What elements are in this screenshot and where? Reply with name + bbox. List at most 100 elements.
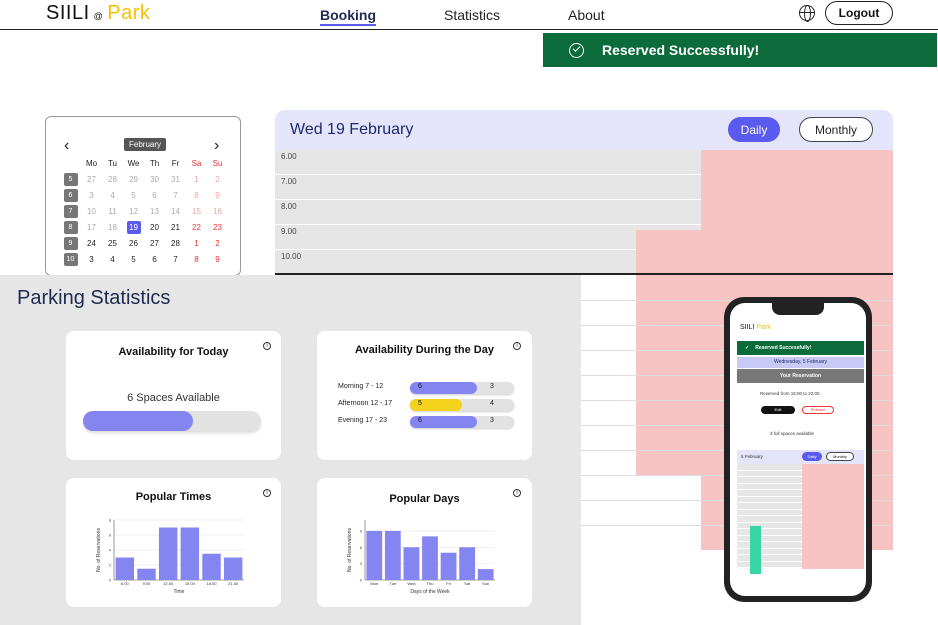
calendar-day[interactable]: 6 [144,251,165,267]
calendar-day[interactable]: 27 [144,235,165,251]
calendar-day[interactable]: 28 [102,171,123,187]
info-icon[interactable]: i [263,342,271,350]
calendar-day[interactable]: 5 [123,187,144,203]
calendar-day[interactable]: 23 [207,219,228,235]
bar [115,557,135,580]
phone-screen: SIILI Park ✓ Reserved Successfully! Wedne… [730,303,866,596]
x-tick-label: 18.00 [206,581,217,586]
calendar-day[interactable]: 1 [186,171,207,187]
calendar-day[interactable]: 18 [102,219,123,235]
phone-date: Wednesday, 5 February [737,357,864,368]
phone-edit-button[interactable]: Edit [761,406,795,414]
calendar-day[interactable]: 8 [186,187,207,203]
calendar-day[interactable]: 4 [102,251,123,267]
period-other: 3 [490,417,494,424]
prev-month-icon[interactable]: ‹ [64,137,69,155]
week-number: 7 [63,204,78,218]
check-circle-icon [569,42,584,58]
calendar-day[interactable]: 3 [81,251,102,267]
phone-reserved-text: Reserved from 15:00 to 22:00 [760,391,820,396]
calendar-day[interactable]: 9 [207,187,228,203]
calendar-day[interactable]: 14 [165,203,186,219]
calendar-day[interactable]: 7 [165,251,186,267]
calendar-day[interactable]: 25 [102,235,123,251]
calendar-day[interactable]: 12 [123,203,144,219]
popular-days-card: Popular Days i 0 3 6 9 Mon Tue Wed Thu Fri Sat Sun… [317,478,532,607]
calendar-day[interactable]: 29 [123,171,144,187]
calendar-day[interactable]: 17 [81,219,102,235]
bar [223,557,243,580]
phone-monthly-button[interactable]: Monthly [826,452,854,461]
popular-times-chart: 0 2 4 6 8 6.00 9.00 12.00 15.00 18.00 21.00 Time No.… [96,518,244,595]
calendar: ‹ February › Mo Tu We Th Fr Sa Su 5 27 2… [45,116,241,276]
y-axis-label: No. of Reservations [96,528,102,572]
calendar-day[interactable]: 6 [144,187,165,203]
calendar-day-selected[interactable]: 19 [123,219,144,235]
phone-reserved-block [802,464,864,569]
calendar-day[interactable]: 11 [102,203,123,219]
phone-daily-button[interactable]: Daily [802,452,822,461]
period-label: Morning 7 - 12 [338,383,384,390]
daily-toggle-button[interactable]: Daily [728,117,780,142]
period-label: Evening 17 - 23 [338,417,388,424]
x-tick-label: Tue [389,581,397,586]
calendar-day[interactable]: 9 [207,251,228,267]
calendar-day[interactable]: 7 [165,187,186,203]
phone-release-button[interactable]: Release [802,406,834,414]
calendar-day[interactable]: 26 [123,235,144,251]
card-title: Availability for Today [118,346,229,358]
calendar-day[interactable]: 16 [207,203,228,219]
info-icon[interactable]: i [513,342,521,350]
period-available: 5 [418,400,422,407]
bar [158,527,178,580]
nav-booking[interactable]: Booking [320,7,376,26]
nav-statistics[interactable]: Statistics [444,7,500,23]
bar [403,547,420,580]
calendar-day[interactable]: 27 [81,171,102,187]
selected-day-label: 19 [126,220,141,234]
calendar-day[interactable]: 8 [186,251,207,267]
calendar-day[interactable]: 5 [123,251,144,267]
bar [202,553,221,580]
y-tick-label: 3 [360,561,363,566]
calendar-day[interactable]: 28 [165,235,186,251]
logo-park: Park [107,2,151,24]
period-other: 3 [490,383,494,390]
calendar-day[interactable]: 24 [81,235,102,251]
calendar-day[interactable]: 4 [102,187,123,203]
next-month-icon[interactable]: › [214,137,219,155]
phone-your-reservation: Your Reservation [737,369,864,383]
calendar-day[interactable]: 2 [207,171,228,187]
calendar-day[interactable]: 2 [207,235,228,251]
calendar-day[interactable]: 3 [81,187,102,203]
x-tick-label: 6.00 [121,581,130,586]
calendar-day[interactable]: 30 [144,171,165,187]
calendar-day[interactable]: 31 [165,171,186,187]
bar [180,527,200,580]
time-label: 7.00 [281,177,297,186]
phone-toast: ✓ Reserved Successfully! [737,341,864,355]
globe-icon[interactable] [799,5,815,22]
period-available: 6 [418,417,422,424]
calendar-day[interactable]: 20 [144,219,165,235]
calendar-day[interactable]: 10 [81,203,102,219]
popular-times-card: Popular Times i 0 2 4 6 8 6.00 9.00 12.00 15.00 1… [66,478,281,607]
top-nav: SIILI @ Park Booking Statistics About Lo… [0,0,938,30]
nav-about[interactable]: About [568,7,605,23]
calendar-day[interactable]: 21 [165,219,186,235]
week-number: 8 [63,220,78,234]
logo[interactable]: SIILI @ Park [46,2,150,25]
calendar-day[interactable]: 22 [186,219,207,235]
calendar-day[interactable]: 15 [186,203,207,219]
calendar-day[interactable]: 1 [186,235,207,251]
bar [459,547,476,580]
x-tick-label: 21.00 [228,581,239,586]
statistics-panel: Parking Statistics Availability for Toda… [0,275,581,625]
logout-button[interactable]: Logout [825,1,893,25]
calendar-month: February [124,138,167,151]
reserved-block[interactable] [701,150,893,230]
monthly-toggle-button[interactable]: Monthly [799,117,873,142]
y-tick-label: 8 [109,518,112,523]
calendar-day[interactable]: 13 [144,203,165,219]
time-label: 8.00 [281,202,297,211]
